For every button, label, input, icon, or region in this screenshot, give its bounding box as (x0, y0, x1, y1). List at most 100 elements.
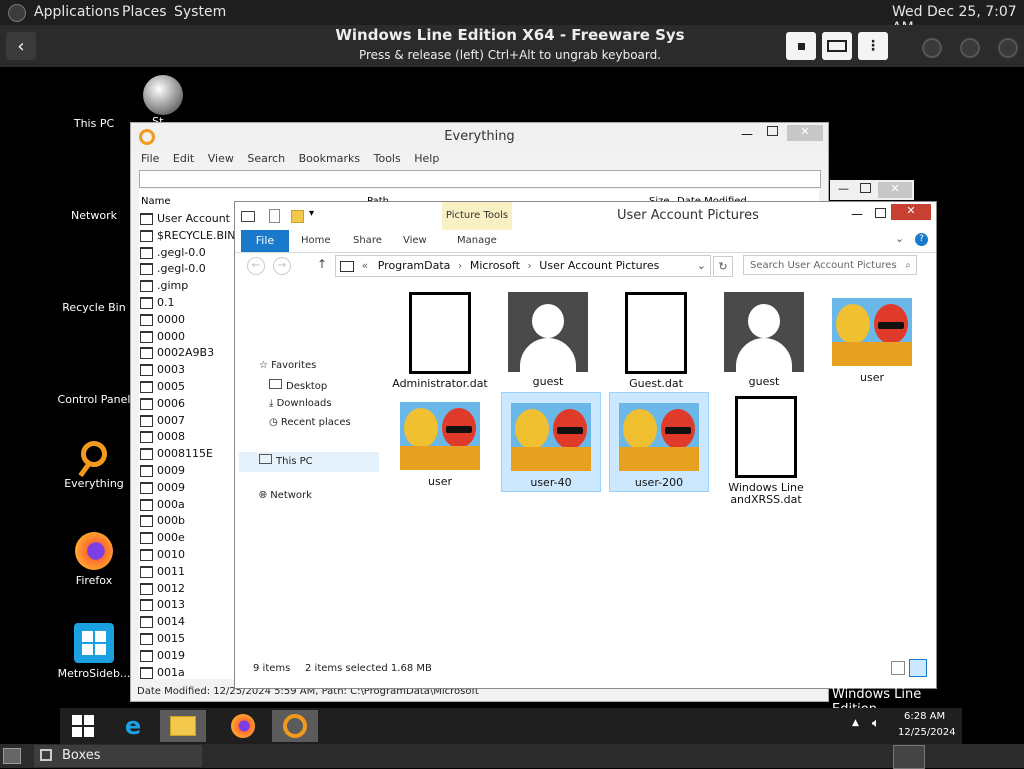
menu-button[interactable]: ⋮ (858, 32, 888, 60)
close-circle[interactable] (998, 38, 1018, 58)
maximize-button[interactable] (767, 126, 778, 136)
everything-row[interactable]: 0009 (140, 481, 185, 497)
file-item[interactable]: user (391, 392, 489, 490)
volume-icon[interactable]: 🔈︎ (872, 716, 880, 731)
everything-row[interactable]: 0.1 (140, 296, 175, 312)
desktop-icon-network[interactable]: Network (49, 209, 139, 222)
menu-tools[interactable]: Tools (374, 152, 401, 165)
tab-manage[interactable]: Manage (457, 235, 497, 246)
everything-row[interactable]: 000a (140, 498, 185, 514)
desktop-icon-control-panel[interactable]: Control Panel (49, 393, 139, 406)
keyboard-button[interactable] (822, 32, 852, 60)
breadcrumb-programdata[interactable]: ProgramData (378, 259, 451, 272)
nav-downloads[interactable]: ⤓ Downloads (269, 398, 332, 409)
new-folder-icon[interactable] (291, 210, 304, 223)
everything-row[interactable]: 0014 (140, 615, 185, 631)
everything-row[interactable]: 0015 (140, 632, 185, 648)
workspace-switcher-icon[interactable] (893, 745, 925, 769)
desktop-icon-metrosidebar[interactable]: MetroSideb... (49, 623, 139, 680)
file-item[interactable]: Administrator.dat (391, 288, 489, 392)
menu-view[interactable]: View (208, 152, 234, 165)
file-item[interactable]: user (823, 288, 921, 386)
address-bar[interactable]: « ProgramData › Microsoft › User Account… (335, 255, 711, 277)
everything-row[interactable]: .gimp (140, 279, 188, 295)
maximize-button[interactable] (875, 208, 886, 218)
details-view-icon[interactable] (891, 661, 905, 675)
desktop-icon-everything[interactable]: Everything (49, 439, 139, 490)
properties-icon[interactable] (269, 209, 280, 223)
large-icons-view-icon[interactable] (909, 659, 927, 677)
everything-row[interactable]: 0012 (140, 582, 185, 598)
everything-row[interactable]: 0002A9B3 (140, 346, 214, 362)
desktop-icon-recycle-bin[interactable]: Recycle Bin (49, 301, 139, 314)
everything-row[interactable]: User Account Pic (140, 212, 249, 228)
ribbon-expand-icon[interactable]: ⌄ (895, 232, 904, 245)
up-arrow-icon[interactable]: ↑ (317, 257, 327, 271)
start-button[interactable] (60, 710, 106, 742)
file-item[interactable]: user-40 (501, 392, 601, 492)
file-item[interactable]: Windows Line andXRSS.dat (717, 392, 815, 508)
close-button[interactable]: ✕ (878, 182, 912, 198)
back-arrow-icon[interactable]: ← (247, 257, 265, 275)
tray-date[interactable]: 12/25/2024 (898, 727, 956, 738)
refresh-icon[interactable]: ↻ (713, 256, 733, 277)
tab-file[interactable]: File (241, 230, 289, 252)
taskbar-everything[interactable] (272, 710, 318, 742)
maximize-circle[interactable] (960, 38, 980, 58)
everything-row[interactable]: 0010 (140, 548, 185, 564)
everything-row[interactable]: 0003 (140, 363, 185, 379)
close-button[interactable]: ✕ (891, 204, 931, 220)
maximize-button[interactable] (860, 183, 871, 193)
everything-row[interactable]: 0005 (140, 380, 185, 396)
back-button[interactable]: ‹ (6, 32, 36, 60)
file-item[interactable]: user-200 (609, 392, 709, 492)
breadcrumb-microsoft[interactable]: Microsoft (470, 259, 520, 272)
forward-arrow-icon[interactable]: → (273, 257, 291, 275)
breadcrumb-user-account-pictures[interactable]: User Account Pictures (539, 259, 659, 272)
tray-time[interactable]: 6:28 AM (904, 711, 945, 722)
everything-row[interactable]: 0000 (140, 313, 185, 329)
menu-edit[interactable]: Edit (173, 152, 194, 165)
taskbar-boxes-button[interactable]: Boxes (34, 745, 202, 767)
nav-network[interactable]: 🌐︎ Network (259, 490, 312, 501)
everything-row[interactable]: .gegl-0.0 (140, 246, 206, 262)
nav-recent-places[interactable]: ◷ Recent places (269, 417, 351, 428)
qat-dropdown-icon[interactable]: ▾ (309, 208, 314, 219)
close-button[interactable]: ✕ (787, 125, 823, 141)
minimize-button[interactable]: — (851, 207, 863, 221)
desktop-icon-firefox[interactable]: Firefox (49, 532, 139, 587)
tab-share[interactable]: Share (353, 235, 382, 246)
gnome-foot-icon[interactable] (8, 4, 26, 22)
minimize-button[interactable]: — (741, 127, 753, 141)
everything-search-input[interactable] (139, 170, 821, 188)
everything-row[interactable]: 0019 (140, 649, 185, 665)
system-menu[interactable]: System (174, 4, 226, 20)
nav-this-pc[interactable]: This PC (239, 452, 379, 472)
places-menu[interactable]: Places (122, 4, 167, 20)
file-item[interactable]: Guest.dat (607, 288, 705, 392)
minimize-button[interactable]: — (838, 182, 849, 195)
everything-row[interactable]: .gegl-0.0 (140, 262, 206, 278)
menu-file[interactable]: File (141, 152, 159, 165)
taskbar-file-explorer[interactable] (160, 710, 206, 742)
help-icon[interactable]: ? (915, 233, 928, 246)
tab-view[interactable]: View (403, 235, 427, 246)
everything-row[interactable]: 001a (140, 666, 185, 682)
nav-desktop[interactable]: Desktop (269, 379, 327, 392)
nav-favorites[interactable]: ☆ Favorites (259, 360, 316, 371)
search-input[interactable]: Search User Account Pictures ⌕ (743, 255, 917, 275)
menu-search[interactable]: Search (247, 152, 285, 165)
breadcrumb-overflow[interactable]: « (362, 259, 369, 272)
everything-row[interactable]: 0007 (140, 414, 185, 430)
applications-menu[interactable]: Applications (34, 4, 120, 20)
everything-row[interactable]: 000e (140, 531, 185, 547)
taskbar-internet-explorer[interactable]: e (110, 710, 156, 742)
show-desktop-icon[interactable] (3, 748, 21, 764)
everything-row[interactable]: 0000 (140, 330, 185, 346)
vm-display[interactable]: St... This PC Network Recycle Bin Contro… (0, 67, 962, 744)
everything-row[interactable]: 0008115E (140, 447, 213, 463)
file-item[interactable]: guest (715, 288, 813, 390)
everything-row[interactable]: 0009 (140, 464, 185, 480)
stop-button[interactable] (786, 32, 816, 60)
desktop-icon-this-pc[interactable]: This PC (49, 117, 139, 130)
